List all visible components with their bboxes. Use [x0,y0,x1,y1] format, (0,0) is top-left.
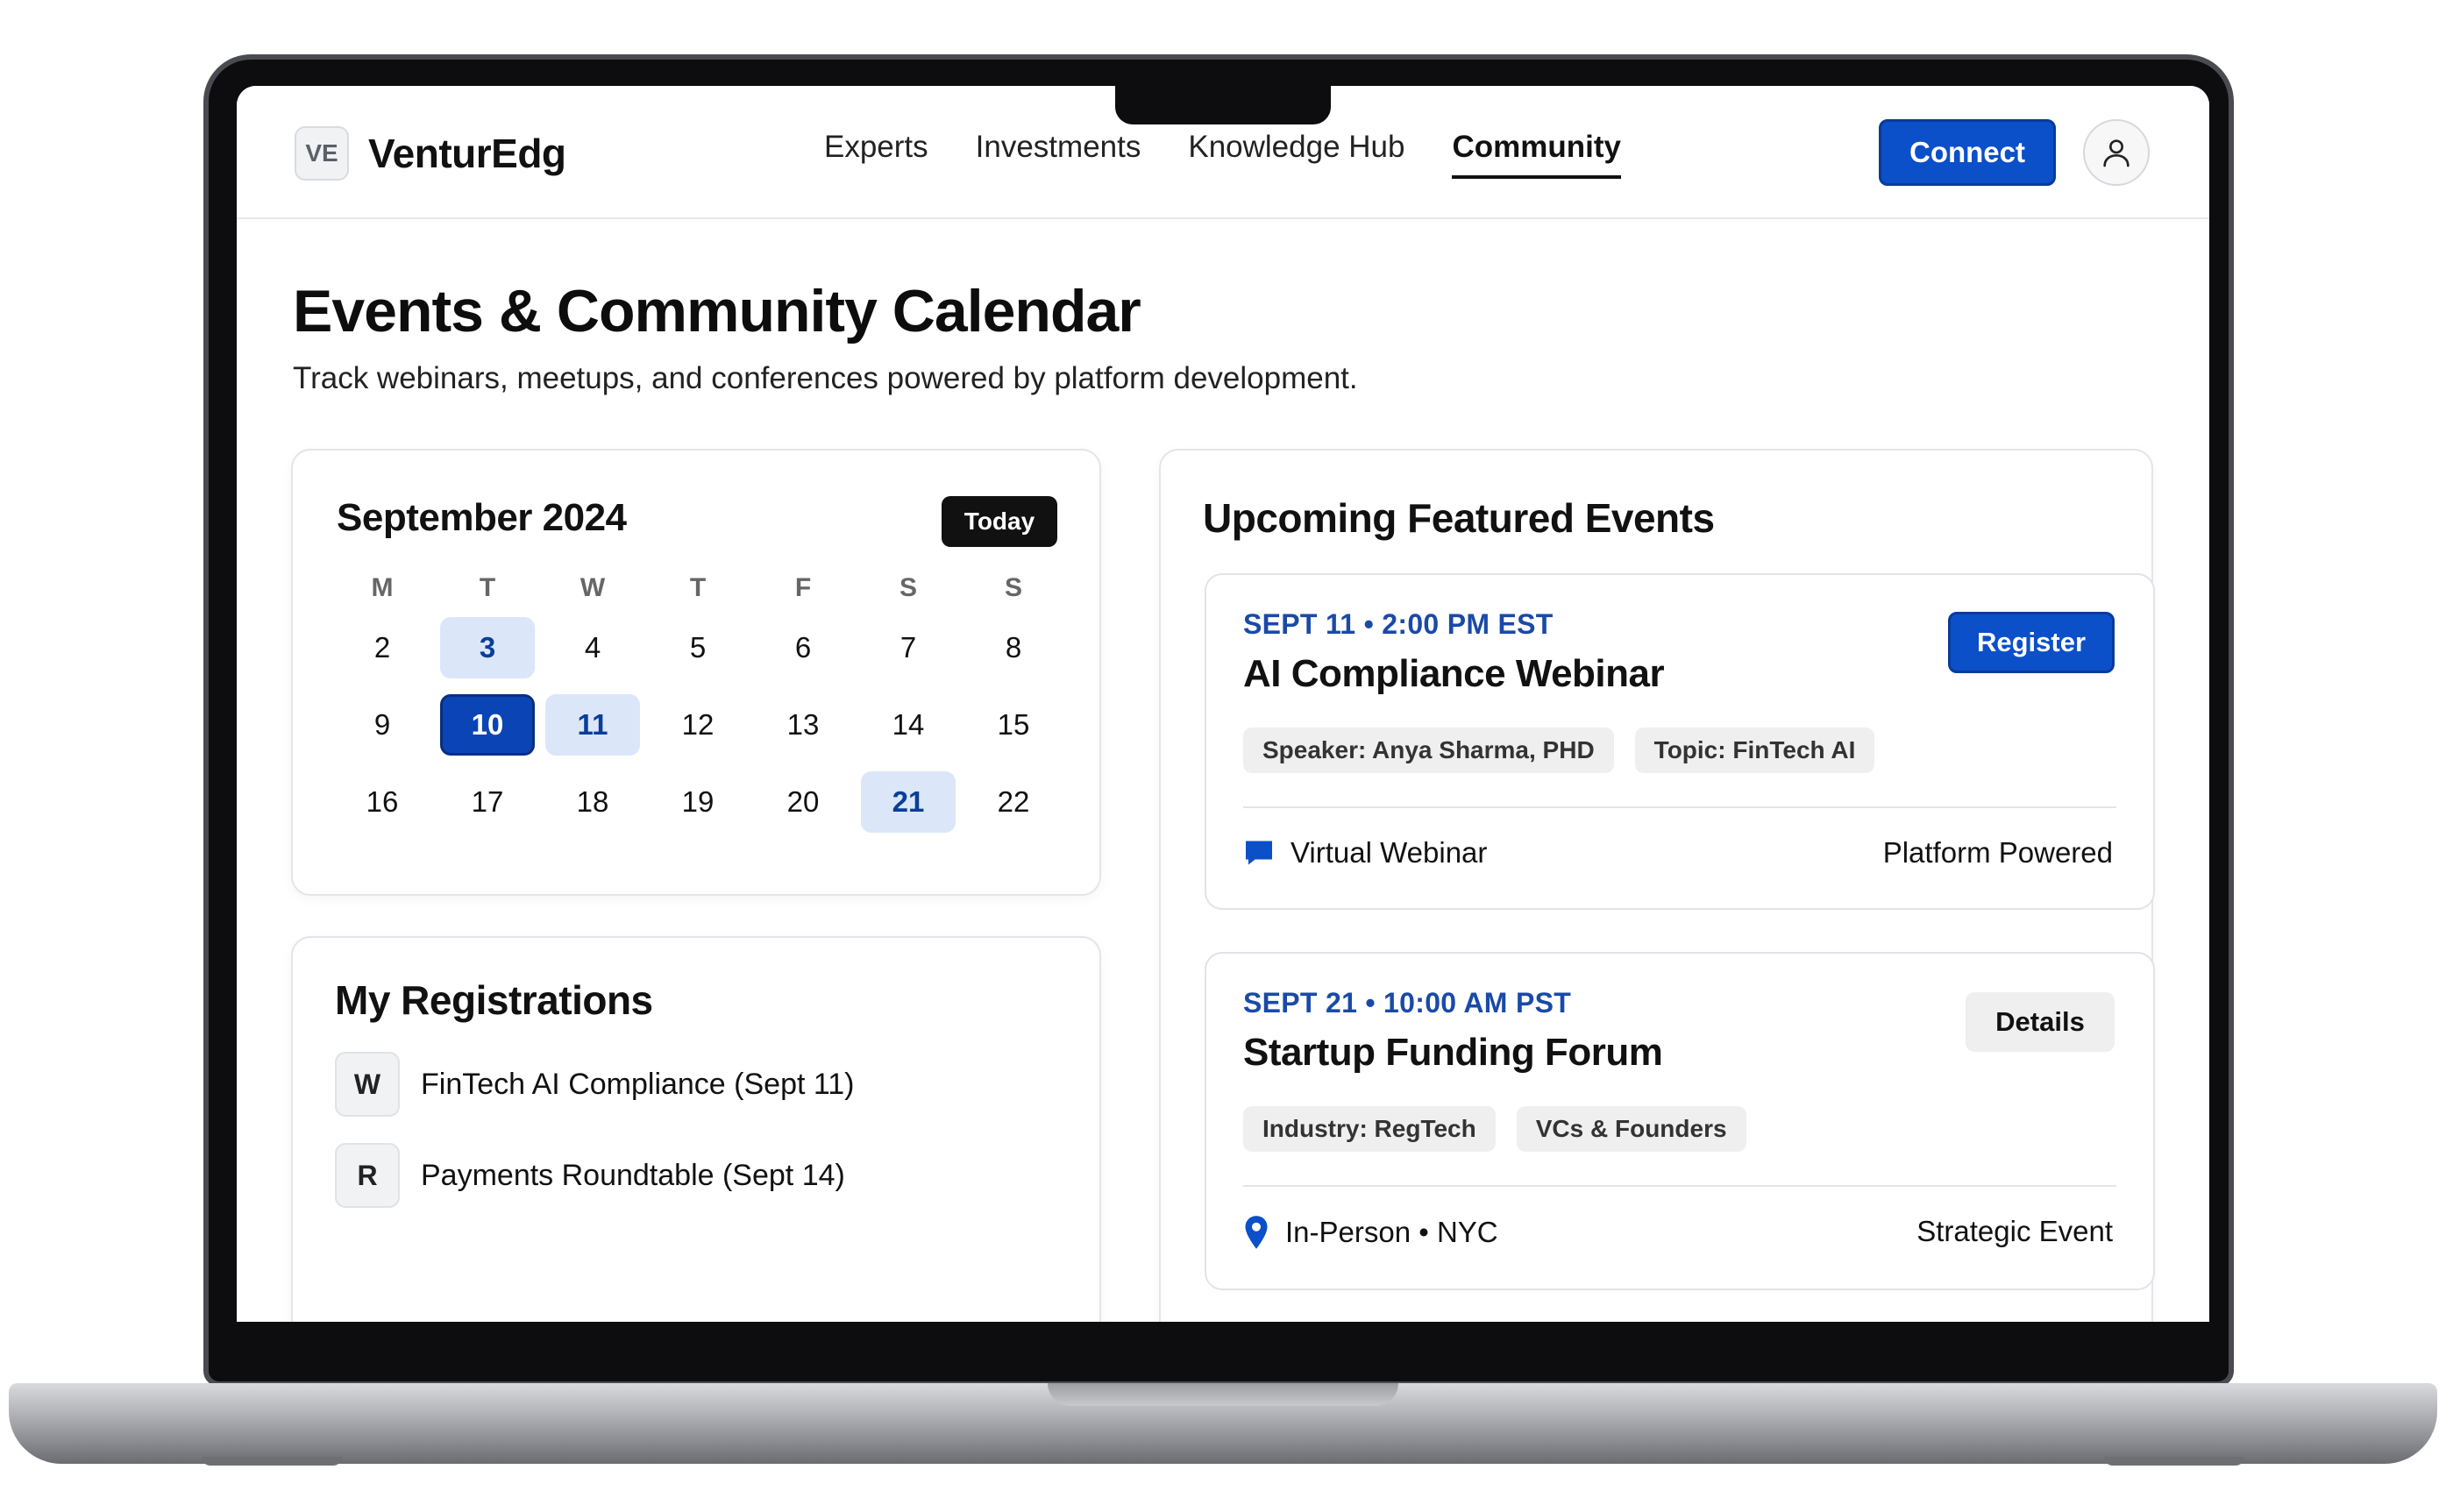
event-card: SEPT 21 • 10:00 AM PST Startup Funding F… [1205,952,2155,1290]
weekday-label: F [794,573,812,602]
calendar-day[interactable]: 3 [440,617,535,678]
calendar-day[interactable]: 8 [966,617,1061,678]
laptop-foot-left [202,1457,342,1466]
events-title: Upcoming Featured Events [1203,495,1715,541]
calendar-week: 2 3 4 5 6 7 8 [330,617,1066,678]
divider [1243,806,2116,808]
details-button[interactable]: Details [1966,992,2115,1052]
event-location-label: Virtual Webinar [1291,836,1488,869]
registration-item[interactable]: R Payments Roundtable (Sept 14) [335,1143,845,1208]
app-screen: VE VenturEdg Experts Investments Knowled… [237,86,2209,1322]
nav-item-community[interactable]: Community [1452,130,1621,179]
laptop-foot-right [2104,1457,2244,1466]
brand-name: VenturEdg [368,131,566,176]
calendar-day[interactable]: 12 [651,694,745,756]
event-note: Strategic Event [1916,1215,2113,1247]
event-location: In-Person • NYC [1243,1215,1498,1250]
nav-item-knowledge-hub[interactable]: Knowledge Hub [1188,130,1404,179]
event-tag: Industry: RegTech [1243,1106,1496,1152]
calendar-day[interactable]: 11 [545,694,640,756]
page-subtitle: Track webinars, meetups, and conferences… [293,361,1358,395]
registrations-card: My Registrations W FinTech AI Compliance… [291,936,1101,1322]
weekday-label: S [1004,573,1022,602]
calendar-day[interactable]: 21 [861,771,956,833]
main-nav: Experts Investments Knowledge Hub Commun… [824,130,1621,179]
weekday-label: T [689,573,707,602]
registration-badge: W [335,1052,400,1117]
weekday-label: W [580,573,606,602]
camera-notch [1115,82,1331,124]
weekday-label: T [479,573,496,602]
register-button[interactable]: Register [1948,612,2115,673]
registration-label: Payments Roundtable (Sept 14) [421,1158,845,1192]
calendar-day[interactable]: 16 [335,771,430,833]
calendar-day[interactable]: 2 [335,617,430,678]
calendar-day[interactable]: 20 [756,771,850,833]
registration-item[interactable]: W FinTech AI Compliance (Sept 11) [335,1052,855,1117]
event-card: SEPT 11 • 2:00 PM EST AI Compliance Webi… [1205,573,2155,910]
calendar-day[interactable]: 7 [861,617,956,678]
calendar-day[interactable]: 14 [861,694,956,756]
profile-button[interactable] [2083,119,2150,186]
calendar-day[interactable]: 10 [440,694,535,756]
calendar-day[interactable]: 13 [756,694,850,756]
weekday-header: M T W T F S S [330,573,1066,603]
calendar-day[interactable]: 6 [756,617,850,678]
calendar-day[interactable]: 15 [966,694,1061,756]
weekday-label: M [371,573,394,602]
map-pin-icon [1243,1215,1269,1250]
event-tag: Topic: FinTech AI [1634,728,1875,773]
calendar-day[interactable]: 19 [651,771,745,833]
event-date-time: SEPT 21 • 10:00 AM PST [1243,987,1572,1019]
page-title: Events & Community Calendar [293,278,1141,344]
event-name: AI Compliance Webinar [1243,652,1665,695]
connect-button[interactable]: Connect [1879,119,2056,186]
event-tags: Industry: RegTech VCs & Founders [1243,1106,1746,1152]
calendar-day[interactable]: 9 [335,694,430,756]
nav-item-investments[interactable]: Investments [976,130,1141,179]
chat-bubble-icon [1243,838,1275,868]
calendar-month-label: September 2024 [337,496,627,539]
event-tags: Speaker: Anya Sharma, PHD Topic: FinTech… [1243,728,1875,773]
registrations-title: My Registrations [335,977,653,1023]
brand[interactable]: VE VenturEdg [295,126,566,181]
event-location: Virtual Webinar [1243,836,1487,870]
calendar-card: September 2024 Today M T W T F S S 2 3 4… [291,449,1101,896]
event-tag: VCs & Founders [1516,1106,1746,1152]
weekday-label: S [899,573,917,602]
calendar-week: 16 17 18 19 20 21 22 [330,771,1066,833]
registration-badge: R [335,1143,400,1208]
calendar-day[interactable]: 18 [545,771,640,833]
calendar-day[interactable]: 17 [440,771,535,833]
registration-label: FinTech AI Compliance (Sept 11) [421,1067,855,1101]
user-icon [2099,135,2134,170]
calendar-day[interactable]: 22 [966,771,1061,833]
divider [1243,1185,2116,1187]
event-location-label: In-Person • NYC [1285,1216,1498,1248]
event-name: Startup Funding Forum [1243,1031,1663,1074]
brand-logo-badge: VE [295,126,349,181]
laptop-base-lip [1048,1383,1398,1406]
calendar-day[interactable]: 4 [545,617,640,678]
calendar-week: 9 10 11 12 13 14 15 [330,694,1066,756]
event-date-time: SEPT 11 • 2:00 PM EST [1243,608,1554,640]
today-button[interactable]: Today [942,496,1057,547]
event-tag: Speaker: Anya Sharma, PHD [1243,728,1614,773]
calendar-day[interactable]: 5 [651,617,745,678]
event-note: Platform Powered [1882,836,2113,869]
nav-item-experts[interactable]: Experts [824,130,928,179]
